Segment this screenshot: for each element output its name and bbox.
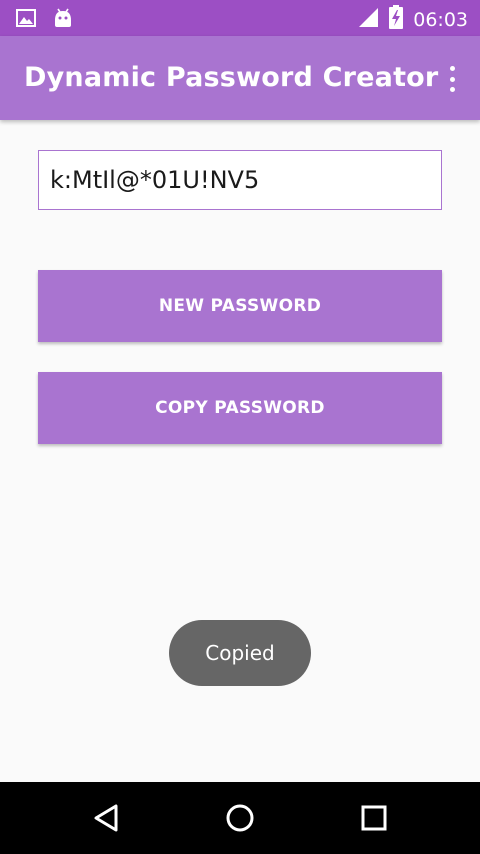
status-time: 06:03	[413, 8, 468, 31]
password-field[interactable]	[38, 150, 442, 210]
recents-icon[interactable]	[356, 800, 392, 836]
toast-message: Copied	[169, 620, 311, 686]
back-icon[interactable]	[88, 800, 124, 836]
signal-icon	[357, 6, 379, 33]
status-bar: 06:03	[0, 0, 480, 36]
copy-password-button[interactable]: COPY PASSWORD	[38, 372, 442, 444]
battery-charging-icon	[389, 5, 404, 34]
overflow-menu-icon[interactable]	[446, 66, 458, 92]
navigation-bar	[0, 782, 480, 854]
new-password-button[interactable]: NEW PASSWORD	[38, 270, 442, 342]
image-notification-icon	[16, 8, 36, 33]
home-icon[interactable]	[222, 800, 258, 836]
app-title: Dynamic Password Creator	[24, 62, 439, 93]
android-notification-icon	[52, 7, 74, 34]
app-bar: Dynamic Password Creator	[0, 36, 480, 120]
